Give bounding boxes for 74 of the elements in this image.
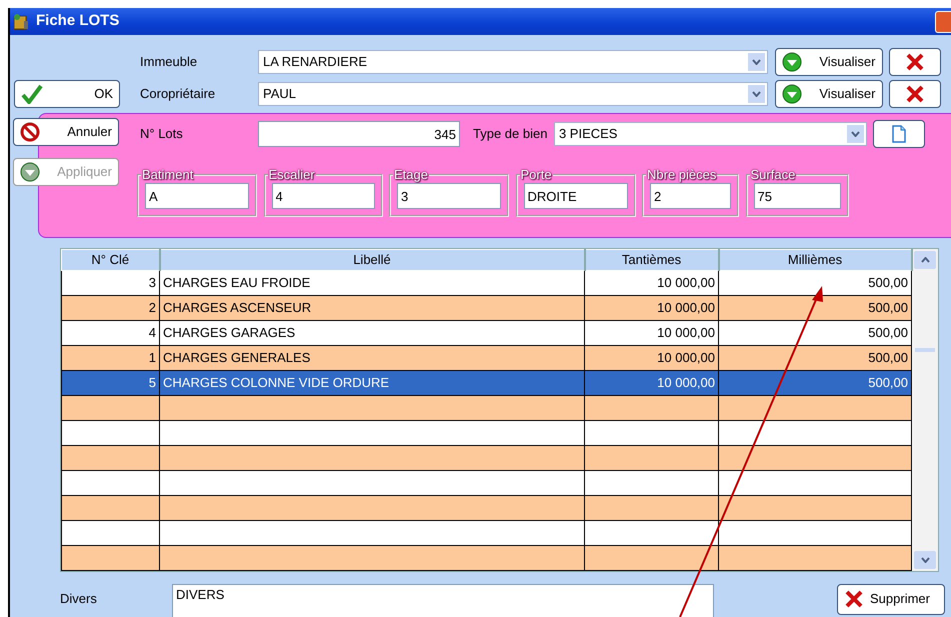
column-header[interactable]: N° Clé <box>62 250 160 270</box>
table-cell: 500,00 <box>718 270 912 295</box>
table-cell: 3 <box>62 270 160 295</box>
text-field[interactable]: 2 <box>650 183 731 209</box>
text-field[interactable]: 4 <box>272 183 374 209</box>
field-label: Type de bien <box>473 125 548 144</box>
table-cell: 10 000,00 <box>584 295 718 320</box>
table-row[interactable]: 2 CHARGES ASCENSEUR 10 000,00 500,00 <box>62 295 912 320</box>
scrollbar[interactable] <box>912 249 938 570</box>
table-row[interactable]: 3 CHARGES EAU FROIDE 10 000,00 500,00 <box>62 270 912 295</box>
group-label: Nbre pièces <box>646 168 718 181</box>
table-cell: CHARGES COLONNE VIDE ORDURE <box>160 370 584 395</box>
table-cell: CHARGES GENERALES <box>160 345 584 370</box>
scroll-thumb[interactable] <box>915 348 936 352</box>
dropdown-field[interactable]: LA RENARDIERE <box>258 50 768 74</box>
chevron-down-icon <box>850 131 860 137</box>
table-cell: 4 <box>62 320 160 345</box>
table-row[interactable]: 1 CHARGES GENERALES 10 000,00 500,00 <box>62 345 912 370</box>
close-icon <box>905 85 925 103</box>
notes-field[interactable]: DIVERS <box>172 584 714 617</box>
table-cell: 2 <box>62 295 160 320</box>
window-title: Fiche LOTS <box>36 11 120 32</box>
group-label: Escalier <box>268 168 316 181</box>
table-cell: 500,00 <box>718 295 912 320</box>
table-cell: 500,00 <box>718 370 912 395</box>
app-icon <box>12 12 30 30</box>
table-cell: 10 000,00 <box>584 270 718 295</box>
new-document-button[interactable] <box>873 120 926 148</box>
text-field[interactable]: 75 <box>754 183 840 209</box>
field-label: Immeuble <box>140 53 198 72</box>
no-entry-icon <box>20 122 40 142</box>
group-label: Porte <box>520 168 553 181</box>
text-field[interactable]: 3 <box>397 183 501 209</box>
lot-number-field[interactable]: 345 <box>258 121 460 147</box>
table-row[interactable]: 5 CHARGES COLONNE VIDE ORDURE 10 000,00 500,00 <box>62 370 912 395</box>
table-row[interactable]: 4 CHARGES GARAGES 10 000,00 500,00 <box>62 320 912 345</box>
table-cell: 10 000,00 <box>584 370 718 395</box>
table-cell: 1 <box>62 345 160 370</box>
table-cell: CHARGES ASCENSEUR <box>160 295 584 320</box>
column-header[interactable]: Libellé <box>160 250 584 270</box>
column-header[interactable]: Tantièmes <box>584 250 718 270</box>
chevron-down-icon <box>752 59 761 65</box>
table-cell: 5 <box>62 370 160 395</box>
group-label: Etage <box>393 168 429 181</box>
chevron-down-icon <box>752 91 761 97</box>
column-header[interactable]: Millièmes <box>718 250 912 270</box>
delete-button[interactable] <box>889 48 941 76</box>
group-label: Batiment <box>141 168 194 181</box>
table-cell: 10 000,00 <box>584 345 718 370</box>
close-icon <box>844 590 864 608</box>
ok-button[interactable]: OK <box>14 80 120 108</box>
group-label: Surface <box>750 168 796 181</box>
dropdown-field[interactable]: PAUL <box>258 82 768 106</box>
field-label: Coropriétaire <box>140 85 216 104</box>
view-button[interactable]: Visualiser <box>774 80 882 108</box>
cancel-button[interactable]: Annuler <box>13 118 119 146</box>
chevron-up-icon <box>920 257 930 263</box>
text-field[interactable]: A <box>145 183 249 209</box>
text-field[interactable]: DROITE <box>524 183 628 209</box>
delete-button[interactable]: Supprimer <box>837 584 945 614</box>
view-button[interactable]: Visualiser <box>774 48 882 76</box>
table-cell: 500,00 <box>718 320 912 345</box>
table-cell: 10 000,00 <box>584 320 718 345</box>
table-cell: CHARGES GARAGES <box>160 320 584 345</box>
table-cell: 500,00 <box>718 345 912 370</box>
dropdown-field[interactable]: 3 PIECES <box>554 122 867 146</box>
delete-button[interactable] <box>889 80 941 108</box>
field-label: Divers <box>60 590 98 608</box>
check-icon <box>21 84 43 104</box>
chevron-down-icon <box>920 556 930 562</box>
document-icon <box>892 125 906 143</box>
table-cell: CHARGES EAU FROIDE <box>160 270 584 295</box>
field-label: N° Lots <box>140 125 184 144</box>
close-icon <box>905 53 925 71</box>
